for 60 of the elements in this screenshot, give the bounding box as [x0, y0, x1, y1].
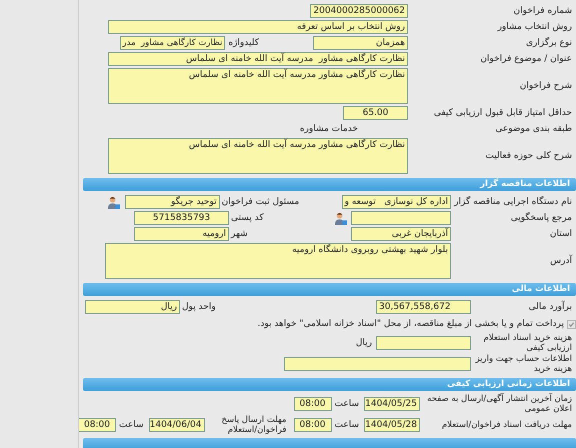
currency-field[interactable]: ریال: [85, 300, 180, 314]
selection-method-field[interactable]: روش انتخاب بر اساس تعرفه: [108, 20, 408, 34]
field-label: مهلت ارسال پاسخ فراخوان/استعلام: [220, 415, 288, 435]
field-label: مهلت دریافت اسناد فراخوان/استعلام: [440, 420, 573, 430]
checkbox[interactable]: [567, 320, 576, 328]
registrar-field[interactable]: توحید جریگو: [124, 195, 220, 209]
subject-field[interactable]: نظارت کارگاهی مشاور مدرسه آیت الله خامنه ای سلماس: [108, 52, 408, 66]
field-label: آدرس: [549, 256, 574, 266]
field-label: واحد پول: [181, 302, 217, 312]
field-label: روش انتخاب مشاور: [496, 22, 573, 32]
section-header: اطلاعات زمانی ارزیابی کیفی: [83, 378, 576, 391]
field-label: اطلاعات حساب جهت واریز هزینه خرید: [474, 354, 573, 374]
estimate-field[interactable]: 30,567,558,672: [376, 300, 471, 314]
description-textarea[interactable]: نظارت کارگاهی مشاور مدرسه آیت الله خامنه ای سلماس: [108, 68, 408, 104]
document-fee-field[interactable]: [376, 336, 471, 350]
account-info-field[interactable]: [284, 357, 471, 371]
section-header: اطلاعات مالی: [83, 283, 576, 296]
time-label: ساعت: [119, 420, 144, 430]
keyword-field[interactable]: نظارت کارگاهی مشاور مدر: [120, 36, 226, 50]
field-label: زمان آخرین انتشار آگهی/ارسال به صفحه اعلان عمومی: [426, 394, 573, 414]
section-header: اطلاعات مناقصه گزار: [83, 178, 576, 191]
date-field[interactable]: 1404/06/04: [148, 418, 204, 432]
city-field[interactable]: ارومیه: [134, 227, 229, 241]
time-field[interactable]: 08:00: [294, 397, 332, 411]
field-label: نوع برگزاری: [525, 38, 573, 48]
field-label: شماره فراخوان: [512, 6, 573, 16]
contact-reference-field[interactable]: [351, 211, 451, 225]
field-label: شرح فراخوان: [518, 81, 573, 91]
province-field[interactable]: آذربایجان غربی: [351, 227, 451, 241]
time-field[interactable]: 08:00: [79, 418, 116, 432]
field-label: حداقل امتیاز قابل قبول ارزیابی کیفی: [432, 108, 573, 118]
field-label: هزینه خرید اسناد استعلام ارزیابی کیفی: [482, 333, 573, 353]
address-textarea[interactable]: بلوار شهید بهشتی روبروی دانشگاه ارومیه: [105, 243, 451, 279]
checkbox-label: پرداخت تمام و یا بخشی از مبلغ مناقصه، از محل "اسناد خزانه اسلامی" خواهد بود.: [257, 319, 564, 329]
category-value: خدمات مشاوره: [300, 124, 358, 134]
score-field[interactable]: 65.00: [343, 106, 408, 120]
tender-number-field[interactable]: 2004000285000062: [310, 4, 408, 18]
organization-field[interactable]: اداره کل نوسازی توسعه و: [342, 195, 451, 209]
time-field[interactable]: 08:00: [294, 418, 332, 432]
field-label: مرجع پاسخگویی: [510, 213, 573, 223]
unit-label: ریال: [356, 338, 372, 348]
date-field[interactable]: 1404/05/25: [364, 397, 420, 411]
person-icon[interactable]: [106, 196, 120, 208]
field-label: مسئول ثبت فراخوان: [220, 197, 300, 207]
field-label: شهر: [230, 229, 249, 239]
field-label: برآورد مالی: [528, 302, 573, 312]
field-label: شرح کلی حوزه فعالیت: [484, 151, 573, 161]
postal-code-field[interactable]: 5715835793: [134, 211, 229, 225]
activity-scope-textarea[interactable]: نظارت کارگاهی مشاور مدرسه آیت الله خامنه ای سلماس: [108, 138, 408, 174]
person-icon[interactable]: [334, 212, 347, 224]
field-label: کد پستی: [230, 213, 265, 223]
holding-type-field[interactable]: همزمان: [313, 36, 408, 50]
field-label: کلیدواژه: [227, 38, 260, 48]
time-label: ساعت: [334, 399, 359, 409]
field-label: نام دستگاه اجرایی مناقصه گزار: [452, 197, 573, 207]
field-label: عنوان / موضوع فراخوان: [479, 54, 573, 64]
time-label: ساعت: [334, 420, 359, 430]
field-label: طبقه بندی موضوعی: [494, 124, 573, 134]
date-field[interactable]: 1404/05/28: [364, 418, 420, 432]
field-label: استان: [548, 229, 573, 239]
